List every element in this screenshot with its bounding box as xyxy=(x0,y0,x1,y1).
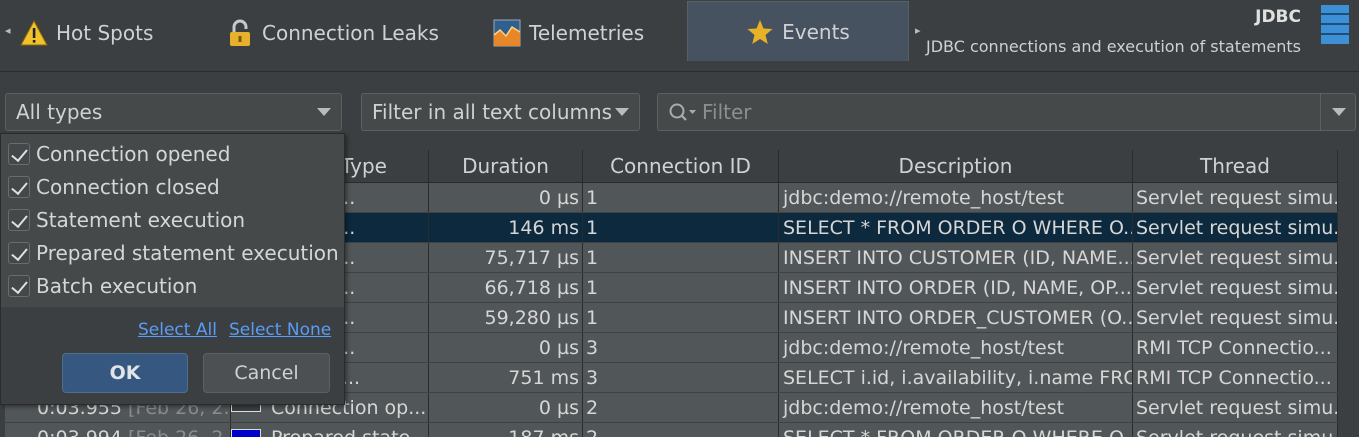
cell-duration: 0 µs xyxy=(429,393,583,423)
cell-thread: RMI TCP Connectio... xyxy=(1133,333,1338,363)
view-tab-bar: ◂ Hot Spots Connection Leaks Telemetries… xyxy=(0,0,1359,66)
tab-label: Hot Spots xyxy=(56,20,154,45)
filter-search-box[interactable] xyxy=(657,93,1356,131)
checkbox-checked-icon[interactable] xyxy=(8,209,30,231)
checkbox-checked-icon[interactable] xyxy=(8,275,30,297)
chevron-down-icon[interactable] xyxy=(1332,108,1346,116)
checkbox-checked-icon[interactable] xyxy=(8,143,30,165)
column-header-description[interactable]: Description xyxy=(779,150,1133,183)
event-type-list: Connection opened Connection closed Stat… xyxy=(1,134,344,307)
cell-description: SELECT * FROM ORDER O WHERE O... xyxy=(779,423,1133,437)
column-header-connection-id[interactable]: Connection ID xyxy=(583,150,779,183)
tab-label: Telemetries xyxy=(529,20,645,45)
cell-thread: Servlet request simu... xyxy=(1133,273,1338,303)
type-value: Prepared state... xyxy=(271,427,428,437)
table-row[interactable]: 0:03.994 [Feb 26, 2... Prepared state...1… xyxy=(5,423,1338,437)
column-header-duration[interactable]: Duration xyxy=(429,150,583,183)
warning-icon xyxy=(20,19,48,47)
cell-description: SELECT * FROM ORDER O WHERE O... xyxy=(779,213,1133,243)
event-type-combo-value: All types xyxy=(16,100,103,124)
filter-input[interactable] xyxy=(702,97,1302,127)
cell-duration: 66,718 µs xyxy=(429,273,583,303)
scroll-right-arrow-icon[interactable]: ▸ xyxy=(915,24,921,37)
date-value: [Feb 26, 2... xyxy=(128,427,230,437)
cell-thread: RMI TCP Connectio... xyxy=(1133,363,1338,393)
tab-hot-spots[interactable]: Hot Spots xyxy=(20,4,210,61)
checkbox-checked-icon[interactable] xyxy=(8,176,30,198)
cell-duration: 146 ms xyxy=(429,213,583,243)
checkbox-connection-opened[interactable]: Connection opened xyxy=(8,139,230,169)
probe-subtitle: JDBC connections and execution of statem… xyxy=(925,37,1301,56)
tab-label: Connection Leaks xyxy=(262,20,439,45)
cell-connection-id: 1 xyxy=(583,183,779,213)
cell-thread: Servlet request simu... xyxy=(1133,243,1338,273)
cell-thread: Servlet request simu... xyxy=(1133,393,1338,423)
checkbox-label: Statement execution xyxy=(36,208,246,232)
cell-type: Prepared state... xyxy=(231,423,429,437)
cell-duration: 0 µs xyxy=(429,333,583,363)
cell-thread: Servlet request simu... xyxy=(1133,303,1338,333)
tab-events[interactable]: Events xyxy=(687,1,909,61)
lock-icon xyxy=(226,19,254,47)
cell-duration: 0 µs xyxy=(429,183,583,213)
chart-icon xyxy=(493,19,521,47)
checkbox-connection-closed[interactable]: Connection closed xyxy=(8,172,220,202)
cell-connection-id: 1 xyxy=(583,273,779,303)
chevron-down-icon xyxy=(317,108,331,116)
cell-thread: Servlet request simu... xyxy=(1133,183,1338,213)
select-none-link[interactable]: Select None xyxy=(229,320,331,340)
column-header-thread[interactable]: Thread xyxy=(1133,150,1338,183)
cell-connection-id: 2 xyxy=(583,423,779,437)
scroll-left-arrow-icon[interactable]: ◂ xyxy=(5,24,11,37)
cell-connection-id: 3 xyxy=(583,363,779,393)
cell-connection-id: 1 xyxy=(583,243,779,273)
event-type-filter-popup: Connection opened Connection closed Stat… xyxy=(0,133,345,405)
cell-duration: 59,280 µs xyxy=(429,303,583,333)
cell-duration: 751 ms xyxy=(429,363,583,393)
cell-description: INSERT INTO ORDER_CUSTOMER (O... xyxy=(779,303,1133,333)
cell-thread: Servlet request simu... xyxy=(1133,423,1338,437)
cell-description: INSERT INTO CUSTOMER (ID, NAME... xyxy=(779,243,1133,273)
search-icon[interactable] xyxy=(668,102,698,124)
cell-duration: 187 ms xyxy=(429,423,583,437)
checkbox-label: Connection opened xyxy=(36,142,231,166)
cell-connection-id: 3 xyxy=(583,333,779,363)
tab-telemetries[interactable]: Telemetries xyxy=(493,4,673,61)
cell-description: jdbc:demo://remote_host/test xyxy=(779,333,1133,363)
divider xyxy=(0,71,1359,72)
checkbox-label: Connection closed xyxy=(36,175,220,199)
cell-time: 0:03.994 [Feb 26, 2... xyxy=(5,423,231,437)
star-icon xyxy=(746,18,774,46)
event-type-combo[interactable]: All types xyxy=(5,93,342,131)
checkbox-label: Batch execution xyxy=(36,274,198,298)
time-value: 0:03.994 xyxy=(37,427,122,437)
probe-title: JDBC xyxy=(1255,7,1301,27)
column-filter-combo[interactable]: Filter in all text columns xyxy=(361,93,640,131)
cell-connection-id: 1 xyxy=(583,303,779,333)
checkbox-prepared-statement-execution[interactable]: Prepared statement execution xyxy=(8,238,339,268)
cell-description: INSERT INTO ORDER (ID, NAME, OP... xyxy=(779,273,1133,303)
select-all-link[interactable]: Select All xyxy=(138,320,217,340)
cell-description: jdbc:demo://remote_host/test xyxy=(779,183,1133,213)
cell-description: jdbc:demo://remote_host/test xyxy=(779,393,1133,423)
cancel-button[interactable]: Cancel xyxy=(203,353,330,393)
divider xyxy=(1320,94,1321,130)
cell-connection-id: 2 xyxy=(583,393,779,423)
cell-description: SELECT i.id, i.availability, i.name FRO.… xyxy=(779,363,1133,393)
checkbox-statement-execution[interactable]: Statement execution xyxy=(8,205,245,235)
event-color-swatch-icon xyxy=(231,429,261,437)
cell-duration: 75,717 µs xyxy=(429,243,583,273)
cell-connection-id: 1 xyxy=(583,213,779,243)
vertical-scrollbar[interactable] xyxy=(1340,150,1359,437)
checkbox-checked-icon[interactable] xyxy=(8,242,30,264)
chevron-down-icon xyxy=(615,108,629,116)
cell-thread: Servlet request simu... xyxy=(1133,213,1338,243)
ok-button[interactable]: OK xyxy=(62,353,188,393)
tab-label: Events xyxy=(782,19,850,44)
database-icon xyxy=(1319,4,1351,46)
checkbox-label: Prepared statement execution xyxy=(36,241,339,265)
checkbox-batch-execution[interactable]: Batch execution xyxy=(8,271,197,301)
column-filter-combo-value: Filter in all text columns xyxy=(372,100,613,124)
tab-connection-leaks[interactable]: Connection Leaks xyxy=(226,4,466,61)
